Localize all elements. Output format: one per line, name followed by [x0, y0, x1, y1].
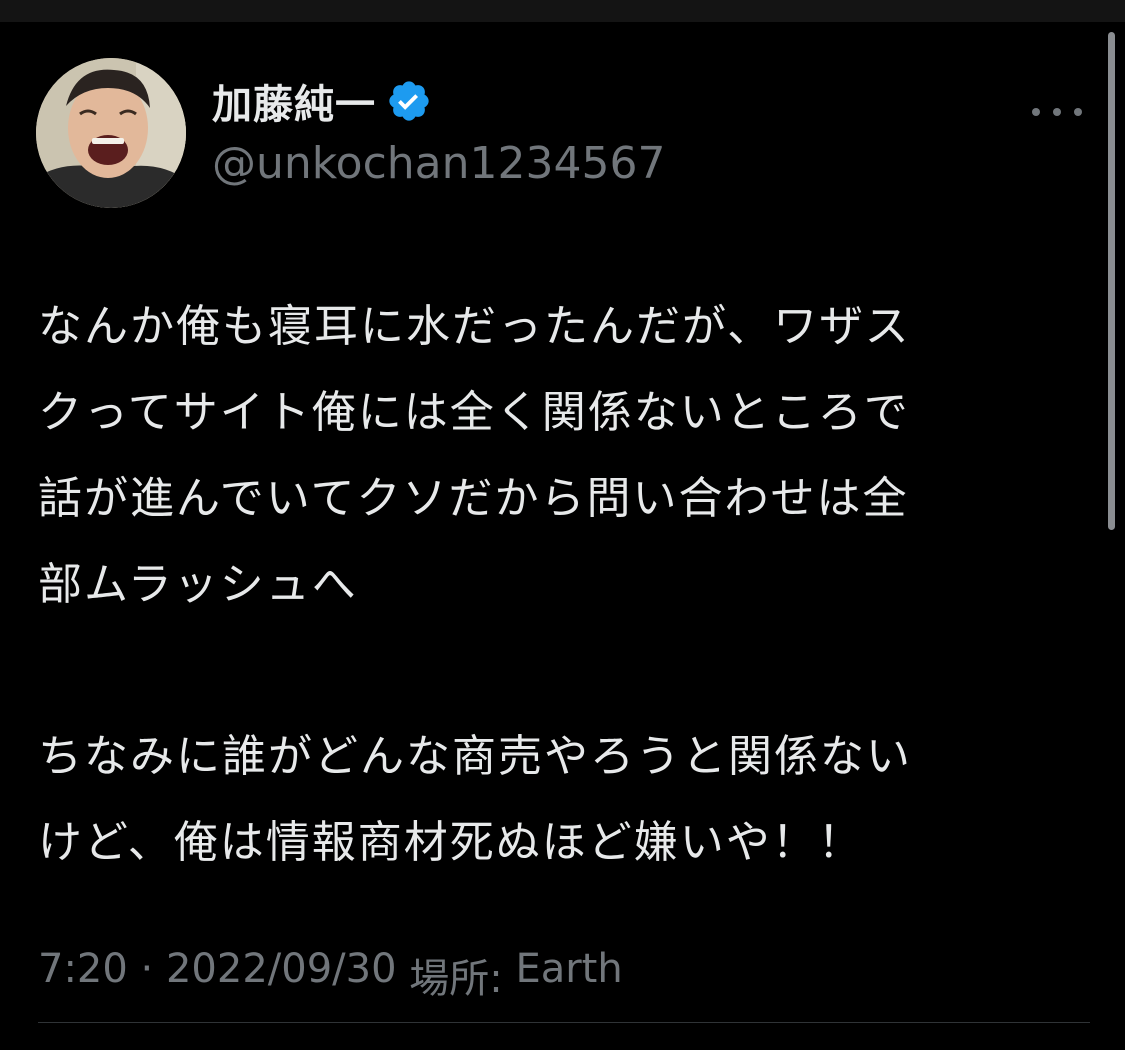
- location-label: 場所:: [396, 956, 516, 1002]
- more-options-icon-dot: [1053, 108, 1061, 116]
- tweet-date[interactable]: 2022/09/30: [166, 946, 397, 1004]
- tweet-location[interactable]: Earth: [515, 946, 622, 1004]
- user-handle[interactable]: @unkochan1234567: [212, 138, 666, 189]
- tweet-header: 加藤純一 @unkochan1234567: [36, 58, 1096, 210]
- display-name-row: 加藤純一: [212, 76, 432, 128]
- display-name[interactable]: 加藤純一: [212, 72, 376, 130]
- avatar[interactable]: [36, 58, 186, 208]
- tweet-meta: 7:20 · 2022/09/30 場所: Earth: [38, 946, 623, 1004]
- tweet-card: 加藤純一 @unkochan1234567 なんか俺も寝耳に水だったんだが、ワザ…: [0, 22, 1100, 1050]
- scrollbar-thumb[interactable]: [1108, 32, 1115, 530]
- tweet-time[interactable]: 7:20: [38, 946, 128, 1004]
- more-options-icon: [1032, 108, 1040, 116]
- avatar-photo: [36, 58, 186, 208]
- verified-badge-icon: [386, 78, 432, 124]
- tweet-body-text: なんか俺も寝耳に水だったんだが、ワザス クってサイト俺には全く関係ないところで …: [38, 301, 912, 868]
- more-options-button[interactable]: [1032, 102, 1082, 122]
- divider: [38, 1022, 1090, 1023]
- more-options-icon-dot: [1074, 108, 1082, 116]
- top-status-strip: [0, 0, 1125, 22]
- meta-separator: ·: [127, 946, 166, 992]
